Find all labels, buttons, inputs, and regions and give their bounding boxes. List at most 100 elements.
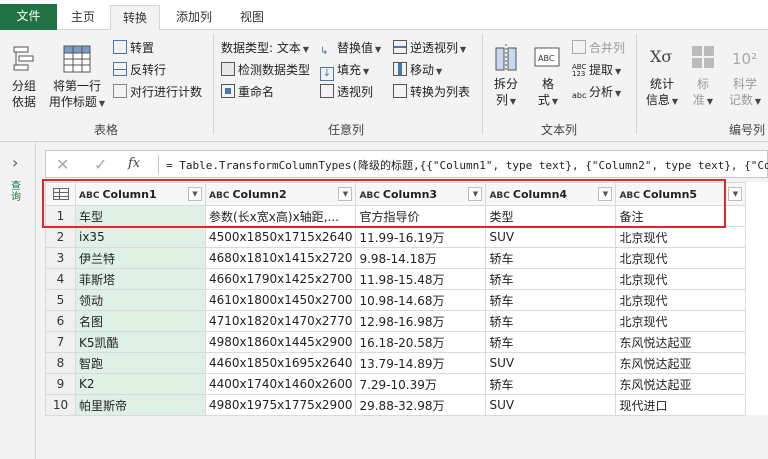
row-number[interactable]: 7 xyxy=(45,331,76,353)
table-row[interactable]: 4 菲斯塔 4660x1790x1425x2700 11.98-15.48万 轿车 北京现… xyxy=(45,268,747,290)
replace-values-button[interactable]: ↳ 替换值 ▼ xyxy=(320,39,381,57)
table-row[interactable]: 6 名图 4710x1820x1470x2770 12.98-16.98万 轿车 北京现代 xyxy=(45,310,747,332)
table-cell[interactable]: SUV xyxy=(485,394,617,416)
column-header-1[interactable]: ABC Column1 ▼ xyxy=(75,182,206,206)
table-cell[interactable]: 轿车 xyxy=(485,268,617,290)
table-cell[interactable]: 11.99-16.19万 xyxy=(355,226,487,248)
chevron-right-icon[interactable]: › xyxy=(12,153,18,172)
text-type-icon[interactable]: ABC xyxy=(359,191,379,201)
column-header-5[interactable]: ABC Column5 ▼ xyxy=(615,182,747,206)
table-cell[interactable]: K5凯酷 xyxy=(75,331,206,353)
table-cell[interactable]: SUV xyxy=(485,226,617,248)
row-number[interactable]: 2 xyxy=(45,226,76,248)
transpose-button[interactable]: 转置 xyxy=(113,39,154,57)
table-row[interactable]: 3 伊兰特 4680x1810x1415x2720 9.98-14.18万 轿车 北京现代 xyxy=(45,247,747,269)
table-cell[interactable]: 类型 xyxy=(485,205,617,227)
reverse-rows-button[interactable]: 反转行 xyxy=(113,61,166,79)
table-row[interactable]: 9 K2 4400x1740x1460x2600 7.29-10.39万 轿车 东风悦达起… xyxy=(45,373,747,395)
extract-button[interactable]: ABC 123 提取 ▼ xyxy=(572,61,621,79)
table-cell[interactable]: 车型 xyxy=(75,205,206,227)
row-number[interactable]: 1 xyxy=(45,205,76,227)
table-cell[interactable]: 领动 xyxy=(75,289,206,311)
table-cell[interactable]: 参数(长x宽x高)x轴距,... xyxy=(204,205,357,227)
row-number[interactable]: 10 xyxy=(45,394,76,416)
table-cell[interactable]: 北京现代 xyxy=(615,289,747,311)
table-cell[interactable]: 4660x1790x1425x2700 xyxy=(204,268,357,290)
text-type-icon[interactable]: ABC xyxy=(489,191,509,201)
table-cell[interactable]: 4400x1740x1460x2600 xyxy=(204,373,357,395)
unpivot-columns-button[interactable]: 逆透视列 ▼ xyxy=(393,39,466,57)
table-cell[interactable]: 帕里斯帝 xyxy=(75,394,206,416)
table-cell[interactable]: 12.98-16.98万 xyxy=(355,310,487,332)
table-cell[interactable]: 东风悦达起亚 xyxy=(615,331,747,353)
table-cell[interactable]: SUV xyxy=(485,352,617,374)
table-cell[interactable]: 轿车 xyxy=(485,331,617,353)
count-rows-button[interactable]: 对行进行计数 xyxy=(113,83,202,101)
row-number[interactable]: 6 xyxy=(45,310,76,332)
standard-button[interactable]: 标 准 ▼ xyxy=(688,42,718,110)
tab-add-column[interactable]: 添加列 xyxy=(170,5,218,30)
tab-view[interactable]: 视图 xyxy=(232,5,272,30)
table-cell[interactable]: 4680x1810x1415x2720 xyxy=(204,247,357,269)
table-cell[interactable]: 伊兰特 xyxy=(75,247,206,269)
pivot-column-button[interactable]: 透视列 xyxy=(320,83,373,101)
table-cell[interactable]: 轿车 xyxy=(485,247,617,269)
text-type-icon[interactable]: ABC xyxy=(619,191,639,201)
table-row[interactable]: 5 领动 4610x1800x1450x2700 10.98-14.68万 轿车 北京现代 xyxy=(45,289,747,311)
table-cell[interactable]: 现代进口 xyxy=(615,394,747,416)
split-column-button[interactable]: 拆分 列 ▼ xyxy=(489,42,523,110)
table-cell[interactable]: 轿车 xyxy=(485,289,617,311)
table-cell[interactable]: 7.29-10.39万 xyxy=(355,373,487,395)
table-cell[interactable]: 4980x1975x1775x2900 xyxy=(204,394,357,416)
merge-columns-button[interactable]: 合并列 xyxy=(572,39,625,57)
cancel-icon[interactable]: ✕ xyxy=(56,155,69,174)
row-number[interactable]: 5 xyxy=(45,289,76,311)
table-cell[interactable]: 东风悦达起亚 xyxy=(615,373,747,395)
tab-home[interactable]: 主页 xyxy=(64,5,102,30)
table-row[interactable]: 1 车型 参数(长x宽x高)x轴距,... 官方指导价 类型 备注 xyxy=(45,205,747,227)
table-cell[interactable]: 9.98-14.18万 xyxy=(355,247,487,269)
table-cell[interactable]: 菲斯塔 xyxy=(75,268,206,290)
table-cell[interactable]: 11.98-15.48万 xyxy=(355,268,487,290)
column-filter-icon[interactable]: ▼ xyxy=(468,186,483,201)
table-cell[interactable]: 北京现代 xyxy=(615,268,747,290)
column-header-2[interactable]: ABC Column2 ▼ xyxy=(204,182,357,206)
column-filter-icon[interactable]: ▼ xyxy=(188,186,202,201)
table-cell[interactable]: 智跑 xyxy=(75,352,206,374)
rename-button[interactable]: 重命名 xyxy=(221,83,274,101)
table-cell[interactable]: 东风悦达起亚 xyxy=(615,352,747,374)
formula-input[interactable]: = Table.TransformColumnTypes(降级的标题,{{"Co… xyxy=(166,157,768,173)
table-cell[interactable]: K2 xyxy=(75,373,206,395)
table-row[interactable]: 7 K5凯酷 4980x1860x1445x2900 16.18-20.58万 轿车 东风… xyxy=(45,331,747,353)
group-by-button[interactable]: 分组 依据 xyxy=(6,44,42,110)
table-cell[interactable]: 名图 xyxy=(75,310,206,332)
convert-to-list-button[interactable]: 转换为列表 xyxy=(393,83,470,101)
table-cell[interactable]: 官方指导价 xyxy=(355,205,487,227)
table-cell[interactable]: 16.18-20.58万 xyxy=(355,331,487,353)
confirm-icon[interactable]: ✓ xyxy=(94,155,107,174)
text-type-icon[interactable]: ABC xyxy=(209,191,229,201)
table-cell[interactable]: 轿车 xyxy=(485,373,617,395)
parse-button[interactable]: abc 分析 ▼ xyxy=(572,83,621,101)
statistics-button[interactable]: Χσ 统计 信息 ▼ xyxy=(643,42,681,110)
table-cell[interactable]: 10.98-14.68万 xyxy=(355,289,487,311)
column-filter-icon[interactable]: ▼ xyxy=(728,186,743,201)
table-cell[interactable]: 备注 xyxy=(615,205,747,227)
table-cell[interactable]: ix35 xyxy=(75,226,206,248)
tab-transform[interactable]: 转换 xyxy=(110,5,160,31)
row-number[interactable]: 3 xyxy=(45,247,76,269)
detect-data-type-button[interactable]: 检测数据类型 xyxy=(221,61,310,79)
table-cell[interactable]: 13.79-14.89万 xyxy=(355,352,487,374)
table-row[interactable]: 8 智跑 4460x1850x1695x2640 13.79-14.89万 SUV 东风悦… xyxy=(45,352,747,374)
queries-pane-label[interactable]: 查询 xyxy=(11,181,25,203)
row-number[interactable]: 4 xyxy=(45,268,76,290)
table-cell[interactable]: 轿车 xyxy=(485,310,617,332)
column-filter-icon[interactable]: ▼ xyxy=(598,186,613,201)
scientific-button[interactable]: 10² 科学 记数 ▼ xyxy=(726,42,764,110)
column-filter-icon[interactable]: ▼ xyxy=(338,186,353,201)
row-number[interactable]: 8 xyxy=(45,352,76,374)
table-cell[interactable]: 北京现代 xyxy=(615,247,747,269)
table-cell[interactable]: 4610x1800x1450x2700 xyxy=(204,289,357,311)
move-button[interactable]: 移动 ▼ xyxy=(393,61,442,79)
table-cell[interactable]: 北京现代 xyxy=(615,310,747,332)
